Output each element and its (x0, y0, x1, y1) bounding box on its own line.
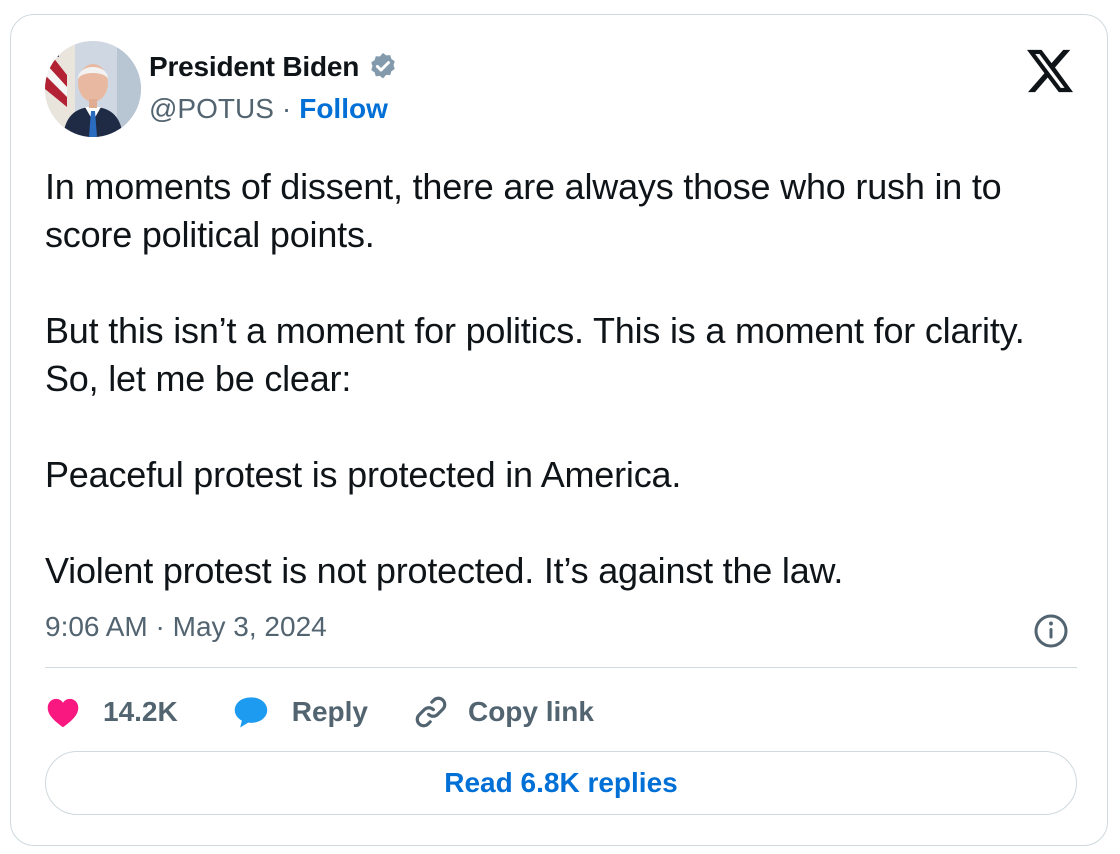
like-count: 14.2K (103, 696, 178, 727)
link-icon (415, 696, 447, 728)
heart-icon (47, 698, 79, 728)
follow-link[interactable]: Follow (299, 93, 388, 125)
avatar-image (45, 41, 141, 137)
tweet-paragraph: Violent protest is not protected. It’s a… (45, 550, 844, 591)
copy-link-button[interactable]: Copy link (412, 693, 594, 731)
author-handle-row: @POTUS · Follow (149, 93, 388, 125)
like-button[interactable]: 14.2K (45, 696, 178, 728)
author-handle[interactable]: @POTUS (149, 93, 274, 125)
reply-label: Reply (291, 696, 368, 727)
tweet-text: In moments of dissent, there are always … (45, 163, 1085, 595)
tweet-paragraph: In moments of dissent, there are always … (45, 166, 1002, 255)
author-name-row: President Biden (149, 51, 399, 83)
verified-badge-icon (371, 53, 395, 79)
tweet-timestamp[interactable]: 9:06 AM · May 3, 2024 (45, 611, 327, 643)
divider (45, 667, 1077, 668)
action-bar: 14.2K Reply Copy link (45, 691, 594, 733)
tweet-paragraph: But this isn’t a moment for politics. Th… (45, 310, 1025, 399)
author-display-name[interactable]: President Biden (149, 51, 359, 83)
read-replies-button[interactable]: Read 6.8K replies (45, 751, 1077, 815)
tweet-card: President Biden @POTUS · Follow In momen… (10, 14, 1108, 846)
copy-link-label: Copy link (467, 696, 594, 727)
separator-dot: · (281, 93, 292, 124)
avatar[interactable] (45, 41, 141, 137)
x-logo-icon[interactable] (1027, 49, 1073, 93)
speech-bubble-icon (234, 697, 267, 728)
info-icon[interactable] (1033, 613, 1069, 649)
reply-button[interactable]: Reply (232, 695, 368, 729)
tweet-paragraph: Peaceful protest is protected in America… (45, 454, 682, 495)
